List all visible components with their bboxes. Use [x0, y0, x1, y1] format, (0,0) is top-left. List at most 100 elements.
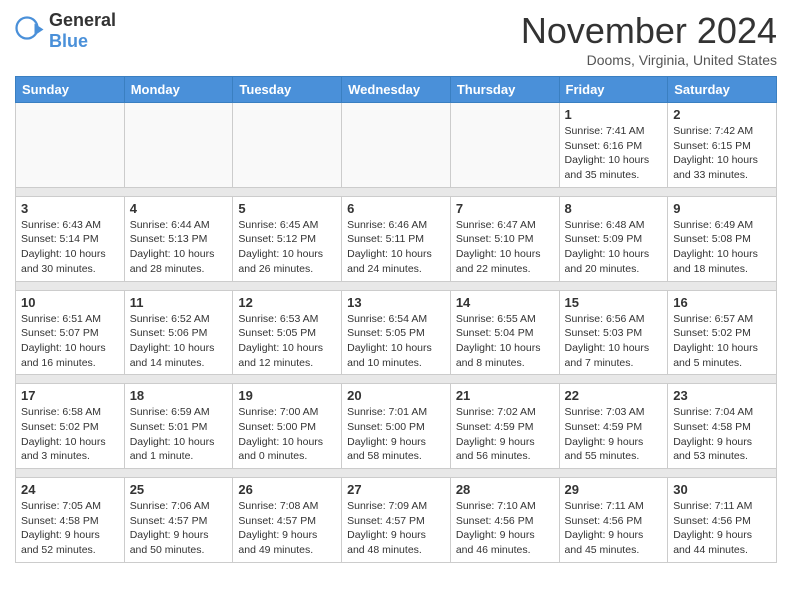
spacer-row	[16, 375, 777, 384]
day-number: 8	[565, 201, 663, 216]
spacer-cell	[16, 469, 777, 478]
logo-text: General Blue	[49, 10, 116, 52]
week-row-2: 3 Sunrise: 6:43 AM Sunset: 5:14 PM Daylig…	[16, 196, 777, 281]
day-cell: 23 Sunrise: 7:04 AM Sunset: 4:58 PM Dayli…	[668, 384, 777, 469]
day-cell: 4 Sunrise: 6:44 AM Sunset: 5:13 PM Daylig…	[124, 196, 233, 281]
day-number: 28	[456, 482, 554, 497]
weekday-header-tuesday: Tuesday	[233, 77, 342, 103]
day-cell: 16 Sunrise: 6:57 AM Sunset: 5:02 PM Dayli…	[668, 290, 777, 375]
day-info: Sunrise: 6:57 AM Sunset: 5:02 PM Dayligh…	[673, 312, 771, 371]
day-info: Sunrise: 6:48 AM Sunset: 5:09 PM Dayligh…	[565, 218, 663, 277]
day-number: 30	[673, 482, 771, 497]
location: Dooms, Virginia, United States	[521, 52, 777, 68]
weekday-header-friday: Friday	[559, 77, 668, 103]
day-number: 5	[238, 201, 336, 216]
day-cell: 5Sunrise: 6:45 AM Sunset: 5:12 PM Daylig…	[233, 196, 342, 281]
day-cell: 14 Sunrise: 6:55 AM Sunset: 5:04 PM Dayli…	[450, 290, 559, 375]
day-cell	[16, 103, 125, 188]
week-row-4: 17 Sunrise: 6:58 AM Sunset: 5:02 PM Dayli…	[16, 384, 777, 469]
day-cell: 27Sunrise: 7:09 AM Sunset: 4:57 PM Dayli…	[342, 478, 451, 563]
day-cell: 30 Sunrise: 7:11 AM Sunset: 4:56 PM Dayli…	[668, 478, 777, 563]
spacer-row	[16, 469, 777, 478]
day-number: 3	[21, 201, 119, 216]
day-info: Sunrise: 7:03 AM Sunset: 4:59 PM Dayligh…	[565, 405, 663, 464]
day-number: 10	[21, 295, 119, 310]
day-cell: 12Sunrise: 6:53 AM Sunset: 5:05 PM Dayli…	[233, 290, 342, 375]
day-info: Sunrise: 6:58 AM Sunset: 5:02 PM Dayligh…	[21, 405, 119, 464]
day-number: 29	[565, 482, 663, 497]
day-info: Sunrise: 7:05 AM Sunset: 4:58 PM Dayligh…	[21, 499, 119, 558]
day-number: 21	[456, 388, 554, 403]
day-info: Sunrise: 7:02 AM Sunset: 4:59 PM Dayligh…	[456, 405, 554, 464]
day-number: 25	[130, 482, 228, 497]
day-number: 9	[673, 201, 771, 216]
logo: General Blue	[15, 10, 116, 52]
logo-general-text: General	[49, 10, 116, 31]
day-number: 23	[673, 388, 771, 403]
day-cell: 6 Sunrise: 6:46 AM Sunset: 5:11 PM Daylig…	[342, 196, 451, 281]
day-number: 17	[21, 388, 119, 403]
day-cell: 15 Sunrise: 6:56 AM Sunset: 5:03 PM Dayli…	[559, 290, 668, 375]
page-container: General Blue November 2024 Dooms, Virgin…	[0, 0, 792, 573]
day-cell: 17 Sunrise: 6:58 AM Sunset: 5:02 PM Dayli…	[16, 384, 125, 469]
day-info: Sunrise: 7:01 AM Sunset: 5:00 PM Dayligh…	[347, 405, 445, 464]
day-info: Sunrise: 7:41 AM Sunset: 6:16 PM Dayligh…	[565, 124, 663, 183]
day-number: 24	[21, 482, 119, 497]
day-info: Sunrise: 7:11 AM Sunset: 4:56 PM Dayligh…	[673, 499, 771, 558]
day-number: 4	[130, 201, 228, 216]
day-number: 2	[673, 107, 771, 122]
day-cell: 19Sunrise: 7:00 AM Sunset: 5:00 PM Dayli…	[233, 384, 342, 469]
header: General Blue November 2024 Dooms, Virgin…	[15, 10, 777, 68]
spacer-cell	[16, 281, 777, 290]
weekday-header-thursday: Thursday	[450, 77, 559, 103]
day-info: Sunrise: 7:10 AM Sunset: 4:56 PM Dayligh…	[456, 499, 554, 558]
day-cell: 21 Sunrise: 7:02 AM Sunset: 4:59 PM Dayli…	[450, 384, 559, 469]
day-number: 6	[347, 201, 445, 216]
logo-blue-text: Blue	[49, 31, 116, 52]
day-number: 14	[456, 295, 554, 310]
day-cell: 10Sunrise: 6:51 AM Sunset: 5:07 PM Dayli…	[16, 290, 125, 375]
day-cell: 7Sunrise: 6:47 AM Sunset: 5:10 PM Daylig…	[450, 196, 559, 281]
day-number: 16	[673, 295, 771, 310]
day-info: Sunrise: 6:59 AM Sunset: 5:01 PM Dayligh…	[130, 405, 228, 464]
day-info: Sunrise: 6:55 AM Sunset: 5:04 PM Dayligh…	[456, 312, 554, 371]
day-info: Sunrise: 7:04 AM Sunset: 4:58 PM Dayligh…	[673, 405, 771, 464]
day-number: 15	[565, 295, 663, 310]
day-number: 11	[130, 295, 228, 310]
day-cell: 11Sunrise: 6:52 AM Sunset: 5:06 PM Dayli…	[124, 290, 233, 375]
day-cell	[342, 103, 451, 188]
week-row-5: 24 Sunrise: 7:05 AM Sunset: 4:58 PM Dayli…	[16, 478, 777, 563]
day-cell	[233, 103, 342, 188]
day-cell	[124, 103, 233, 188]
title-block: November 2024 Dooms, Virginia, United St…	[521, 10, 777, 68]
weekday-header-row: SundayMondayTuesdayWednesdayThursdayFrid…	[16, 77, 777, 103]
day-number: 20	[347, 388, 445, 403]
day-cell: 26Sunrise: 7:08 AM Sunset: 4:57 PM Dayli…	[233, 478, 342, 563]
day-cell: 18Sunrise: 6:59 AM Sunset: 5:01 PM Dayli…	[124, 384, 233, 469]
day-number: 19	[238, 388, 336, 403]
weekday-header-saturday: Saturday	[668, 77, 777, 103]
day-info: Sunrise: 6:44 AM Sunset: 5:13 PM Dayligh…	[130, 218, 228, 277]
day-info: Sunrise: 7:11 AM Sunset: 4:56 PM Dayligh…	[565, 499, 663, 558]
day-info: Sunrise: 6:43 AM Sunset: 5:14 PM Dayligh…	[21, 218, 119, 277]
day-info: Sunrise: 6:47 AM Sunset: 5:10 PM Dayligh…	[456, 218, 554, 277]
day-number: 12	[238, 295, 336, 310]
day-info: Sunrise: 7:42 AM Sunset: 6:15 PM Dayligh…	[673, 124, 771, 183]
week-row-3: 10Sunrise: 6:51 AM Sunset: 5:07 PM Dayli…	[16, 290, 777, 375]
day-info: Sunrise: 7:06 AM Sunset: 4:57 PM Dayligh…	[130, 499, 228, 558]
day-cell: 9 Sunrise: 6:49 AM Sunset: 5:08 PM Daylig…	[668, 196, 777, 281]
day-info: Sunrise: 7:08 AM Sunset: 4:57 PM Dayligh…	[238, 499, 336, 558]
spacer-cell	[16, 187, 777, 196]
day-number: 1	[565, 107, 663, 122]
day-number: 27	[347, 482, 445, 497]
day-info: Sunrise: 6:49 AM Sunset: 5:08 PM Dayligh…	[673, 218, 771, 277]
day-cell: 8 Sunrise: 6:48 AM Sunset: 5:09 PM Daylig…	[559, 196, 668, 281]
day-info: Sunrise: 6:46 AM Sunset: 5:11 PM Dayligh…	[347, 218, 445, 277]
day-cell: 25 Sunrise: 7:06 AM Sunset: 4:57 PM Dayli…	[124, 478, 233, 563]
calendar-table: SundayMondayTuesdayWednesdayThursdayFrid…	[15, 76, 777, 563]
day-info: Sunrise: 6:56 AM Sunset: 5:03 PM Dayligh…	[565, 312, 663, 371]
spacer-row	[16, 281, 777, 290]
day-number: 13	[347, 295, 445, 310]
day-cell: 22Sunrise: 7:03 AM Sunset: 4:59 PM Dayli…	[559, 384, 668, 469]
weekday-header-sunday: Sunday	[16, 77, 125, 103]
